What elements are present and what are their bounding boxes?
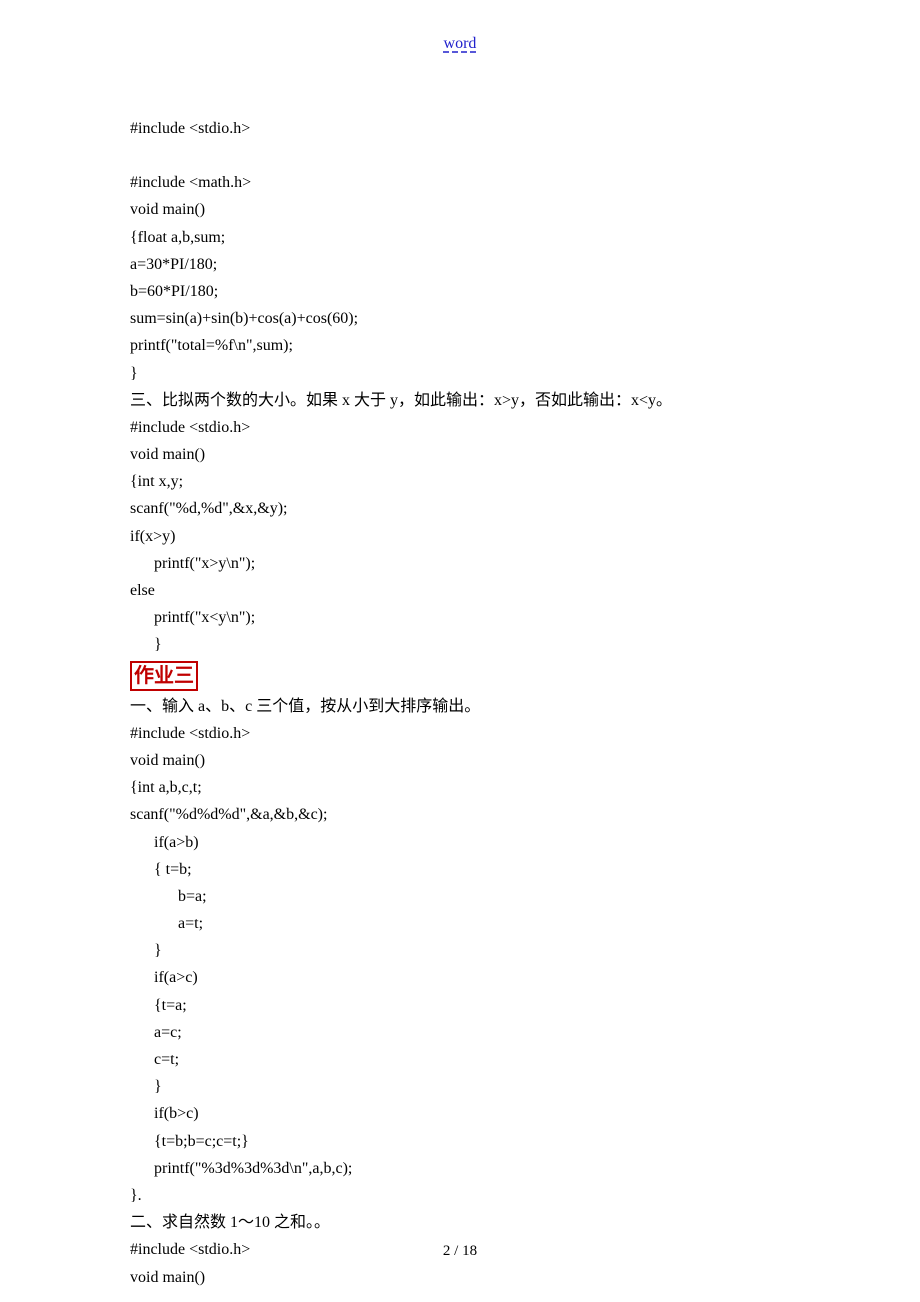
document-line: if(b>c) xyxy=(130,1100,800,1127)
section-heading-box: 作业三 xyxy=(130,661,198,691)
document-line xyxy=(130,142,800,169)
document-line: void main() xyxy=(130,196,800,223)
document-line: b=a; xyxy=(130,883,800,910)
document-line: c=t; xyxy=(130,1046,800,1073)
document-line: a=t; xyxy=(130,910,800,937)
page-footer: 2 / 18 xyxy=(0,1239,920,1265)
document-line: {int a,b,c,t; xyxy=(130,774,800,801)
document-line: } xyxy=(130,1073,800,1100)
document-line: #include <stdio.h> xyxy=(130,115,800,142)
document-content: #include <stdio.h>#include <math.h>void … xyxy=(130,115,800,1291)
document-line: if(x>y) xyxy=(130,523,800,550)
document-line: #include <stdio.h> xyxy=(130,414,800,441)
document-line: else xyxy=(130,577,800,604)
document-line: }. xyxy=(130,1182,800,1209)
document-line: scanf("%d,%d",&x,&y); xyxy=(130,495,800,522)
document-line: } xyxy=(130,631,800,658)
document-line: 一、输入 a、b、c 三个值，按从小到大排序输出。 xyxy=(130,693,800,720)
document-line: #include <stdio.h> xyxy=(130,720,800,747)
document-line: #include <math.h> xyxy=(130,169,800,196)
document-line: if(a>b) xyxy=(130,829,800,856)
document-line: printf("x<y\n"); xyxy=(130,604,800,631)
document-line: a=c; xyxy=(130,1019,800,1046)
document-line: } xyxy=(130,937,800,964)
document-line: 作业三 xyxy=(130,659,800,693)
document-line: sum=sin(a)+sin(b)+cos(a)+cos(60); xyxy=(130,305,800,332)
document-line: void main() xyxy=(130,747,800,774)
document-line: {t=a; xyxy=(130,992,800,1019)
document-line: {float a,b,sum; xyxy=(130,224,800,251)
document-line: {t=b;b=c;c=t;} xyxy=(130,1128,800,1155)
document-line: printf("x>y\n"); xyxy=(130,550,800,577)
document-line: 二、求自然数 1～10 之和。。 xyxy=(130,1209,800,1236)
document-line: a=30*PI/180; xyxy=(130,251,800,278)
document-line: void main() xyxy=(130,441,800,468)
document-line: b=60*PI/180; xyxy=(130,278,800,305)
header-link[interactable]: word xyxy=(0,30,920,57)
document-line: printf("%3d%3d%3d\n",a,b,c); xyxy=(130,1155,800,1182)
document-line: } xyxy=(130,360,800,387)
document-line: void main() xyxy=(130,1264,800,1291)
document-line: scanf("%d%d%d",&a,&b,&c); xyxy=(130,801,800,828)
document-line: { t=b; xyxy=(130,856,800,883)
document-line: printf("total=%f\n",sum); xyxy=(130,332,800,359)
document-line: 三、比拟两个数的大小。如果 x 大于 y，如此输出：x>y，否如此输出：x<y。 xyxy=(130,387,800,414)
document-line: if(a>c) xyxy=(130,964,800,991)
document-line: {int x,y; xyxy=(130,468,800,495)
